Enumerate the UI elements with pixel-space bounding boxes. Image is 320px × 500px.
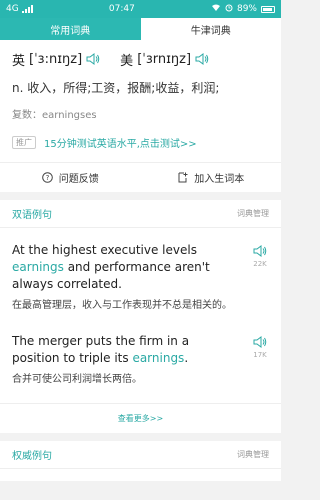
feedback-label: 问题反馈 bbox=[58, 174, 99, 185]
battery-icon bbox=[261, 5, 275, 13]
pronunciation-row: 英 [ˈɜ:nɪŋz] 美 [ˈɜrnɪŋz] bbox=[12, 46, 269, 72]
example-english: The merger puts the firm in a position t… bbox=[12, 333, 237, 367]
play-count: 22K bbox=[253, 260, 267, 268]
action-bar: ? 问题反馈 加入生词本 bbox=[0, 162, 281, 192]
us-speaker-icon[interactable] bbox=[195, 52, 209, 66]
bilingual-header: 双语例句 词典管理 bbox=[0, 200, 281, 228]
play-count: 17K bbox=[253, 351, 267, 359]
dictionary-manage-link[interactable]: 词典管理 bbox=[237, 449, 269, 460]
tab-common-dictionary[interactable]: 常用词典 bbox=[0, 18, 141, 40]
status-bar: 4G 07:47 89% bbox=[0, 0, 281, 18]
authority-header: 权威例句 词典管理 bbox=[0, 441, 281, 469]
example-audio[interactable]: 22K bbox=[253, 244, 267, 268]
signal-icon bbox=[21, 5, 33, 13]
example-text: At the highest executive levels bbox=[12, 243, 197, 257]
view-more-link[interactable]: 查看更多>> bbox=[0, 403, 281, 433]
svg-text:?: ? bbox=[45, 174, 49, 182]
us-phonetic: [ˈɜrnɪŋz] bbox=[137, 51, 192, 67]
promotion-badge: 推广 bbox=[12, 136, 36, 149]
uk-phonetic: [ˈɜ:nɪŋz] bbox=[29, 51, 83, 67]
tab-oxford-dictionary[interactable]: 牛津词典 bbox=[140, 18, 281, 40]
alarm-icon bbox=[225, 4, 233, 15]
definition: n. 收入，所得;工资，报酬;收益，利润; bbox=[12, 81, 220, 95]
dictionary-tabs: 常用词典 牛津词典 bbox=[0, 18, 281, 40]
add-to-wordbook-button[interactable]: 加入生词本 bbox=[141, 170, 282, 185]
us-pronunciation: 美 [ˈɜrnɪŋz] bbox=[120, 50, 209, 69]
add-note-icon bbox=[177, 172, 188, 183]
authority-title: 权威例句 bbox=[12, 451, 52, 462]
example-english: At the highest executive levels earnings… bbox=[12, 242, 237, 293]
uk-pronunciation: 英 [ˈɜ:nɪŋz] bbox=[12, 50, 100, 69]
feedback-button[interactable]: ? 问题反馈 bbox=[0, 170, 141, 185]
status-right: 89% bbox=[211, 4, 275, 15]
clock: 07:47 bbox=[108, 4, 135, 14]
speaker-icon[interactable] bbox=[253, 244, 267, 258]
uk-speaker-icon[interactable] bbox=[86, 52, 100, 66]
authority-examples-section: 权威例句 词典管理 bbox=[0, 441, 281, 481]
plural-form: 复数：earningses bbox=[12, 110, 97, 121]
example-chinese: 合并可使公司利润增长两倍。 bbox=[12, 374, 142, 385]
us-label: 美 bbox=[120, 53, 134, 69]
example-keyword: earnings bbox=[132, 351, 185, 365]
add-to-wordbook-label: 加入生词本 bbox=[194, 174, 245, 185]
example-chinese: 在最高管理层，收入与工作表现并不总是相关的。 bbox=[12, 300, 232, 311]
uk-label: 英 bbox=[12, 53, 26, 69]
example-keyword: earnings bbox=[12, 260, 64, 274]
speaker-icon[interactable] bbox=[253, 335, 267, 349]
bilingual-title: 双语例句 bbox=[12, 210, 52, 221]
example-item: The merger puts the firm in a position t… bbox=[0, 313, 281, 387]
wifi-icon bbox=[211, 4, 221, 15]
question-icon: ? bbox=[41, 172, 53, 183]
example-item: At the highest executive levels earnings… bbox=[0, 228, 281, 313]
network-type: 4G bbox=[6, 4, 19, 14]
status-left: 4G bbox=[6, 4, 33, 14]
promotion-link[interactable]: 15分钟测试英语水平,点击测试>> bbox=[44, 135, 197, 150]
dictionary-manage-link[interactable]: 词典管理 bbox=[237, 208, 269, 219]
bilingual-examples-section: 双语例句 词典管理 At the highest executive level… bbox=[0, 200, 281, 433]
battery-percent: 89% bbox=[236, 4, 257, 14]
word-card: 英 [ˈɜ:nɪŋz] 美 [ˈɜrnɪŋz] n. 收入，所得;工资，报酬;收… bbox=[0, 40, 281, 162]
promotion[interactable]: 推广 15分钟测试英语水平,点击测试>> bbox=[12, 135, 269, 162]
example-audio[interactable]: 17K bbox=[253, 335, 267, 359]
example-text: . bbox=[184, 351, 189, 365]
